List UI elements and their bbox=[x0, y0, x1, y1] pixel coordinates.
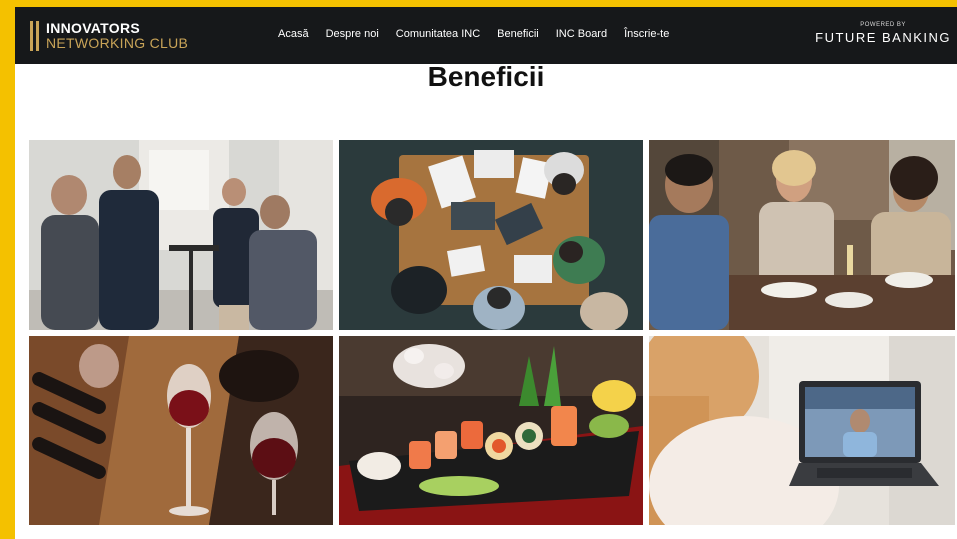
nav-item-inscrie-te[interactable]: Înscrie-te bbox=[624, 28, 669, 40]
logo-line1: INNOVATORS bbox=[46, 20, 141, 36]
nav-item-beneficii[interactable]: Beneficii bbox=[497, 28, 539, 40]
gallery-image-networking[interactable] bbox=[29, 140, 333, 330]
nav-item-comunitatea[interactable]: Comunitatea INC bbox=[396, 28, 480, 40]
gallery-image-wine[interactable] bbox=[29, 336, 333, 525]
team-meeting-photo-icon bbox=[339, 140, 643, 330]
benefits-gallery bbox=[29, 140, 955, 525]
top-navbar: INNOVATORS NETWORKING CLUB Acasă Despre … bbox=[15, 7, 957, 64]
wine-photo-icon bbox=[29, 336, 333, 525]
gallery-image-video-call[interactable] bbox=[649, 336, 955, 525]
main-menu: Acasă Despre noi Comunitatea INC Benefic… bbox=[278, 28, 669, 40]
nav-item-inc-board[interactable]: INC Board bbox=[556, 28, 607, 40]
nav-item-despre-noi[interactable]: Despre noi bbox=[326, 28, 379, 40]
gallery-image-restaurant-dinner[interactable] bbox=[649, 140, 955, 330]
browser-page: INNOVATORS NETWORKING CLUB Acasă Despre … bbox=[15, 7, 957, 539]
logo-bars-icon bbox=[30, 21, 39, 51]
partner-name: FUTURE BANKING bbox=[815, 30, 951, 45]
page-title: Beneficii bbox=[427, 61, 545, 92]
gallery-image-sushi[interactable] bbox=[339, 336, 643, 525]
gallery-image-team-meeting[interactable] bbox=[339, 140, 643, 330]
partner-logo[interactable]: POWERED BY FUTURE BANKING bbox=[815, 22, 951, 45]
yellow-frame-top bbox=[0, 0, 957, 7]
nav-item-acasa[interactable]: Acasă bbox=[278, 28, 309, 40]
logo-line2: NETWORKING CLUB bbox=[46, 35, 189, 51]
logo-text: INNOVATORS NETWORKING CLUB bbox=[46, 21, 188, 51]
powered-by-label: POWERED BY bbox=[860, 22, 906, 28]
video-call-photo-icon bbox=[649, 336, 955, 525]
site-logo[interactable]: INNOVATORS NETWORKING CLUB bbox=[30, 18, 188, 54]
networking-photo-icon bbox=[29, 140, 333, 330]
sushi-photo-icon bbox=[339, 336, 643, 525]
restaurant-dinner-photo-icon bbox=[649, 140, 955, 330]
yellow-frame-left bbox=[0, 0, 15, 539]
